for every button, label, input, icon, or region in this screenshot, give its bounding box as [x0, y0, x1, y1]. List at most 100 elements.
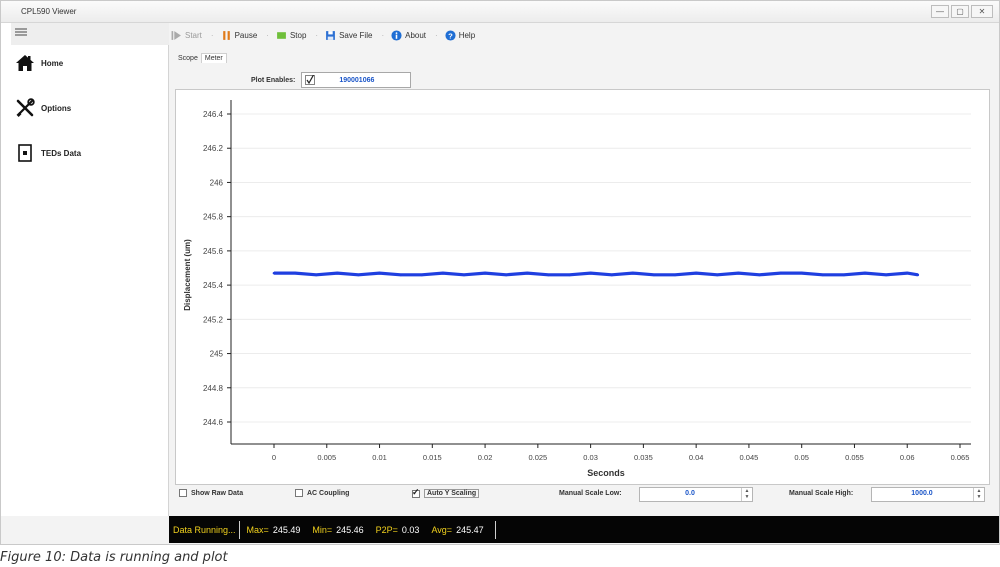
tab-scope[interactable]: Scope [175, 54, 201, 63]
data-point [863, 271, 867, 275]
y-tick-label: 246 [210, 178, 224, 187]
data-point [378, 271, 381, 275]
data-point [441, 271, 445, 275]
spin-arrows-icon[interactable]: ▲ ▼ [741, 488, 752, 501]
chart-panel: 244.6 244.8 245 245.2 245.4 245.6 245.8 246 246.… [175, 89, 990, 485]
data-point [673, 273, 677, 277]
data-point [694, 271, 698, 275]
save-file-label: Save File [339, 30, 373, 40]
data-point [314, 273, 318, 277]
stop-icon [277, 31, 286, 39]
min-value: 245.46 [336, 524, 364, 535]
y-tick-label: 245.4 [203, 281, 224, 290]
manual-scale-low-value: 0.0 [685, 490, 695, 497]
spin-arrows-icon[interactable]: ▲ ▼ [973, 488, 984, 501]
avg-value: 245.47 [456, 524, 484, 535]
help-button[interactable]: ? Help [445, 29, 475, 41]
stop-button[interactable]: Stop [276, 30, 306, 41]
data-point [821, 273, 825, 277]
x-tick-label: 0.045 [740, 453, 759, 462]
hamburger-icon [15, 31, 27, 33]
max-value: 245.49 [272, 524, 301, 535]
x-tick-label: 0.065 [951, 453, 970, 462]
pause-icon [222, 30, 230, 40]
data-point [462, 273, 466, 277]
data-point [336, 271, 339, 275]
data-point [420, 273, 424, 277]
data-point [589, 271, 592, 275]
status-divider [238, 520, 240, 539]
ac-coupling-checkbox[interactable]: AC Coupling [295, 489, 349, 497]
data-point [610, 273, 614, 277]
checkbox-box [295, 489, 303, 497]
x-tick-label: 0 [272, 453, 276, 462]
x-tick-label: 0.015 [423, 453, 442, 462]
save-file-button[interactable]: Save File [325, 30, 372, 41]
data-point [715, 273, 719, 277]
data-point [779, 271, 782, 275]
data-point [504, 273, 508, 277]
start-label: Start [185, 30, 202, 40]
checkbox-box [412, 487, 420, 498]
toolbar: Start · Pause · Stop · Save File · About… [171, 27, 479, 43]
x-tick-label: 0.055 [845, 453, 864, 462]
help-icon: ? [445, 29, 456, 41]
sidebar-item-teds-data[interactable]: TEDs Data [15, 141, 165, 165]
manual-scale-low-input[interactable]: 0.0 ▲ ▼ [639, 487, 753, 502]
manual-scale-low-label: Manual Scale Low: [559, 490, 622, 497]
displacement-chart: 244.6 244.8 245 245.2 245.4 245.6 245.8 246 246.… [183, 100, 971, 478]
max-label: Max= [246, 524, 269, 535]
sidebar-item-label: Options [41, 103, 72, 113]
data-point [631, 271, 635, 275]
y-tick-label: 245 [210, 350, 224, 359]
data-point [800, 271, 803, 275]
sidebar-item-label: Home [41, 58, 64, 68]
data-point [758, 273, 761, 277]
sidebar: Home Options TEDs Data [1, 23, 169, 516]
data-point [272, 271, 276, 275]
tab-meter[interactable]: Meter [200, 53, 227, 63]
close-button[interactable]: ✕ [971, 5, 993, 18]
data-point [737, 271, 740, 275]
pause-button[interactable]: Pause [221, 30, 257, 41]
plot-enables-field[interactable]: 190001066 [301, 72, 412, 88]
show-raw-data-checkbox[interactable]: Show Raw Data [179, 489, 243, 497]
toolbar-separator: · [435, 30, 438, 40]
about-button[interactable]: About [391, 29, 426, 41]
x-tick-label: 0.03 [583, 453, 598, 462]
x-tick-label: 0.05 [794, 453, 809, 462]
app-window: CPL590 Viewer — ▢ ✕ Home Options TEDs Da… [0, 0, 1000, 545]
x-axis-label: Seconds [587, 468, 625, 478]
data-point [525, 271, 529, 275]
data-point [357, 273, 360, 277]
start-button[interactable]: Start [171, 30, 202, 41]
svg-text:?: ? [448, 31, 453, 40]
data-point [652, 273, 656, 277]
auto-y-scaling-checkbox[interactable]: Auto Y Scaling [412, 487, 480, 498]
data-point [293, 271, 297, 275]
sidebar-item-home[interactable]: Home [15, 51, 165, 75]
stop-label: Stop [289, 30, 307, 40]
restore-button[interactable]: ▢ [951, 5, 969, 18]
figure-caption: Figure 10: Data is running and plot [0, 550, 228, 565]
p2p-value: 0.03 [401, 524, 420, 535]
plot-enable-checkbox[interactable] [305, 75, 316, 85]
info-icon [391, 29, 402, 41]
y-axis-label: Displacement (um) [183, 239, 192, 311]
y-tick-label: 245.8 [203, 213, 224, 222]
window-title: CPL590 Viewer [21, 7, 77, 16]
toolbar-separator: · [315, 30, 319, 40]
avg-label: Avg= [431, 524, 453, 535]
data-point [483, 271, 487, 275]
minimize-button[interactable]: — [931, 5, 949, 18]
run-status: Data Running... [173, 524, 236, 535]
chip-icon [18, 144, 32, 162]
toolbar-separator: · [381, 30, 385, 40]
x-tick-label: 0.02 [478, 453, 493, 462]
hamburger-menu-button[interactable] [11, 23, 169, 45]
manual-scale-high-value: 1000.0 [911, 490, 933, 497]
x-tick-label: 0.005 [317, 453, 336, 462]
data-point [884, 273, 888, 277]
sidebar-item-options[interactable]: Options [15, 96, 165, 120]
manual-scale-high-input[interactable]: 1000.0 ▲ ▼ [871, 487, 985, 502]
